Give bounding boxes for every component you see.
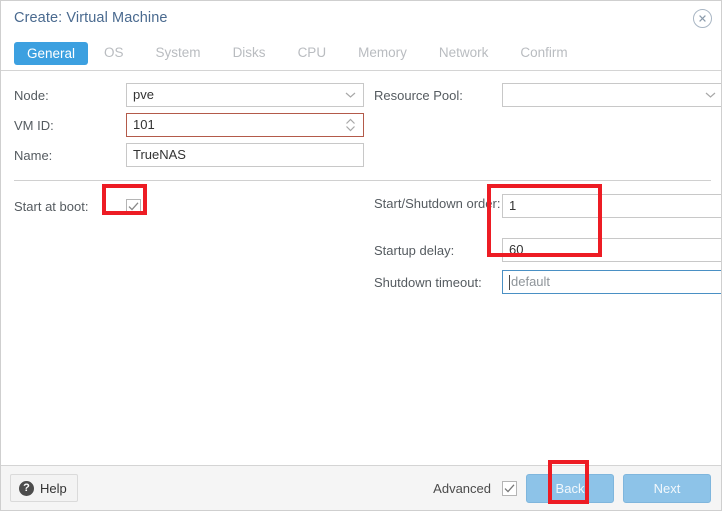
spinner-icon[interactable] <box>345 118 356 132</box>
start-at-boot-checkbox[interactable] <box>126 198 141 214</box>
start-shutdown-order-label: Start/Shutdown order: <box>374 196 501 211</box>
footer-actions: Advanced Back Next <box>433 473 711 503</box>
vmid-value: 101 <box>133 117 155 132</box>
tab-disks[interactable]: Disks <box>217 42 282 64</box>
resource-pool-select[interactable] <box>502 83 721 107</box>
start-shutdown-order-value: 1 <box>509 198 517 213</box>
question-mark-icon: ? <box>19 480 34 496</box>
shutdown-timeout-label: Shutdown timeout: <box>374 274 482 290</box>
field-node: Node: pve <box>14 81 364 109</box>
help-button-label: Help <box>40 480 67 496</box>
field-start-shutdown-order: Start/Shutdown order: 1 <box>374 192 721 232</box>
field-start-at-boot: Start at boot: <box>14 192 364 220</box>
section-divider <box>14 180 711 181</box>
name-label: Name: <box>14 147 53 163</box>
vmid-label: VM ID: <box>14 117 54 133</box>
create-vm-dialog: Create: Virtual Machine General OS Syste… <box>0 0 722 511</box>
vmid-input[interactable]: 101 <box>126 113 364 137</box>
general-tab-panel: Node: pve VM ID: 101 Name: TrueNAS Resou… <box>1 70 721 466</box>
form-grid: Node: pve VM ID: 101 Name: TrueNAS Resou… <box>1 71 721 298</box>
node-value: pve <box>133 87 154 102</box>
form-left-column: Node: pve VM ID: 101 Name: TrueNAS <box>14 81 364 171</box>
help-button[interactable]: ? Help <box>10 474 78 502</box>
tab-confirm[interactable]: Confirm <box>504 42 583 64</box>
form-right-column-bottom: Start/Shutdown order: 1 Startup delay: 6… <box>374 192 721 298</box>
next-button[interactable]: Next <box>623 473 711 503</box>
back-button[interactable]: Back <box>526 473 614 503</box>
name-value: TrueNAS <box>133 147 186 162</box>
form-right-column: Resource Pool: <box>374 81 721 171</box>
form-top-section: Node: pve VM ID: 101 Name: TrueNAS Resou… <box>14 81 721 171</box>
start-at-boot-label: Start at boot: <box>14 198 89 214</box>
advanced-checkbox[interactable] <box>502 480 517 496</box>
tab-general[interactable]: General <box>14 41 89 65</box>
text-caret <box>509 274 510 290</box>
chevron-down-icon <box>705 92 716 99</box>
field-name: Name: TrueNAS <box>14 141 364 169</box>
close-icon[interactable] <box>693 9 712 28</box>
node-label: Node: <box>14 87 49 103</box>
chevron-down-icon <box>345 92 356 99</box>
tab-network[interactable]: Network <box>423 42 505 64</box>
startup-delay-input[interactable]: 60 <box>502 238 721 262</box>
dialog-footer: ? Help Advanced Back Next <box>1 460 721 510</box>
dialog-titlebar: Create: Virtual Machine <box>1 1 721 36</box>
field-vmid: VM ID: 101 <box>14 111 364 139</box>
tab-os[interactable]: OS <box>88 42 140 64</box>
form-bottom-section: Start at boot: Start/Shutdown order: 1 S… <box>14 192 721 298</box>
advanced-label: Advanced <box>433 480 491 496</box>
startup-delay-value: 60 <box>509 242 524 257</box>
dialog-title: Create: Virtual Machine <box>14 10 168 26</box>
shutdown-timeout-placeholder: default <box>511 274 551 289</box>
resource-pool-label: Resource Pool: <box>374 87 463 103</box>
start-shutdown-order-input[interactable]: 1 <box>502 194 721 218</box>
tab-memory[interactable]: Memory <box>342 42 423 64</box>
tab-system[interactable]: System <box>140 42 217 64</box>
wizard-tabs: General OS System Disks CPU Memory Netwo… <box>1 36 721 70</box>
form-left-column-bottom: Start at boot: <box>14 192 364 298</box>
name-input[interactable]: TrueNAS <box>126 143 364 167</box>
field-startup-delay: Startup delay: 60 <box>374 236 721 264</box>
shutdown-timeout-input[interactable]: default <box>502 270 721 294</box>
field-shutdown-timeout: Shutdown timeout: default <box>374 268 721 296</box>
tab-cpu[interactable]: CPU <box>282 42 343 64</box>
node-select[interactable]: pve <box>126 83 364 107</box>
field-resource-pool: Resource Pool: <box>374 81 721 109</box>
startup-delay-label: Startup delay: <box>374 242 455 258</box>
